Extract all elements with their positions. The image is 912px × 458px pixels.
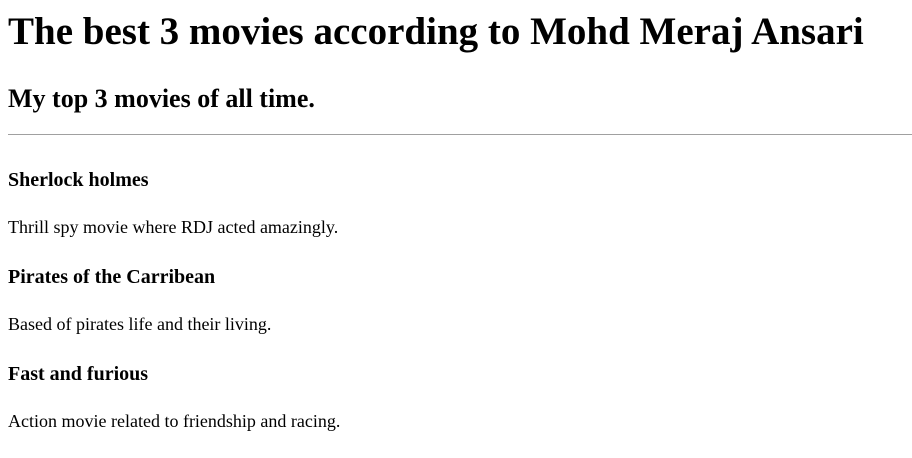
page-content: The best 3 movies according to Mohd Mera…	[0, 0, 912, 458]
movie-title: Pirates of the Carribean	[8, 266, 216, 288]
page-subheading: My top 3 movies of all time.	[8, 84, 315, 113]
movie-description: Thrill spy movie where RDJ acted amazing…	[8, 217, 339, 237]
movie-title: Fast and furious	[8, 363, 149, 385]
movie-title: Sherlock holmes	[8, 169, 149, 191]
page-heading: The best 3 movies according to Mohd Mera…	[8, 10, 864, 53]
movie-description: Based of pirates life and their living.	[8, 314, 272, 334]
divider	[8, 134, 912, 135]
movie-description: Action movie related to friendship and r…	[8, 411, 341, 431]
